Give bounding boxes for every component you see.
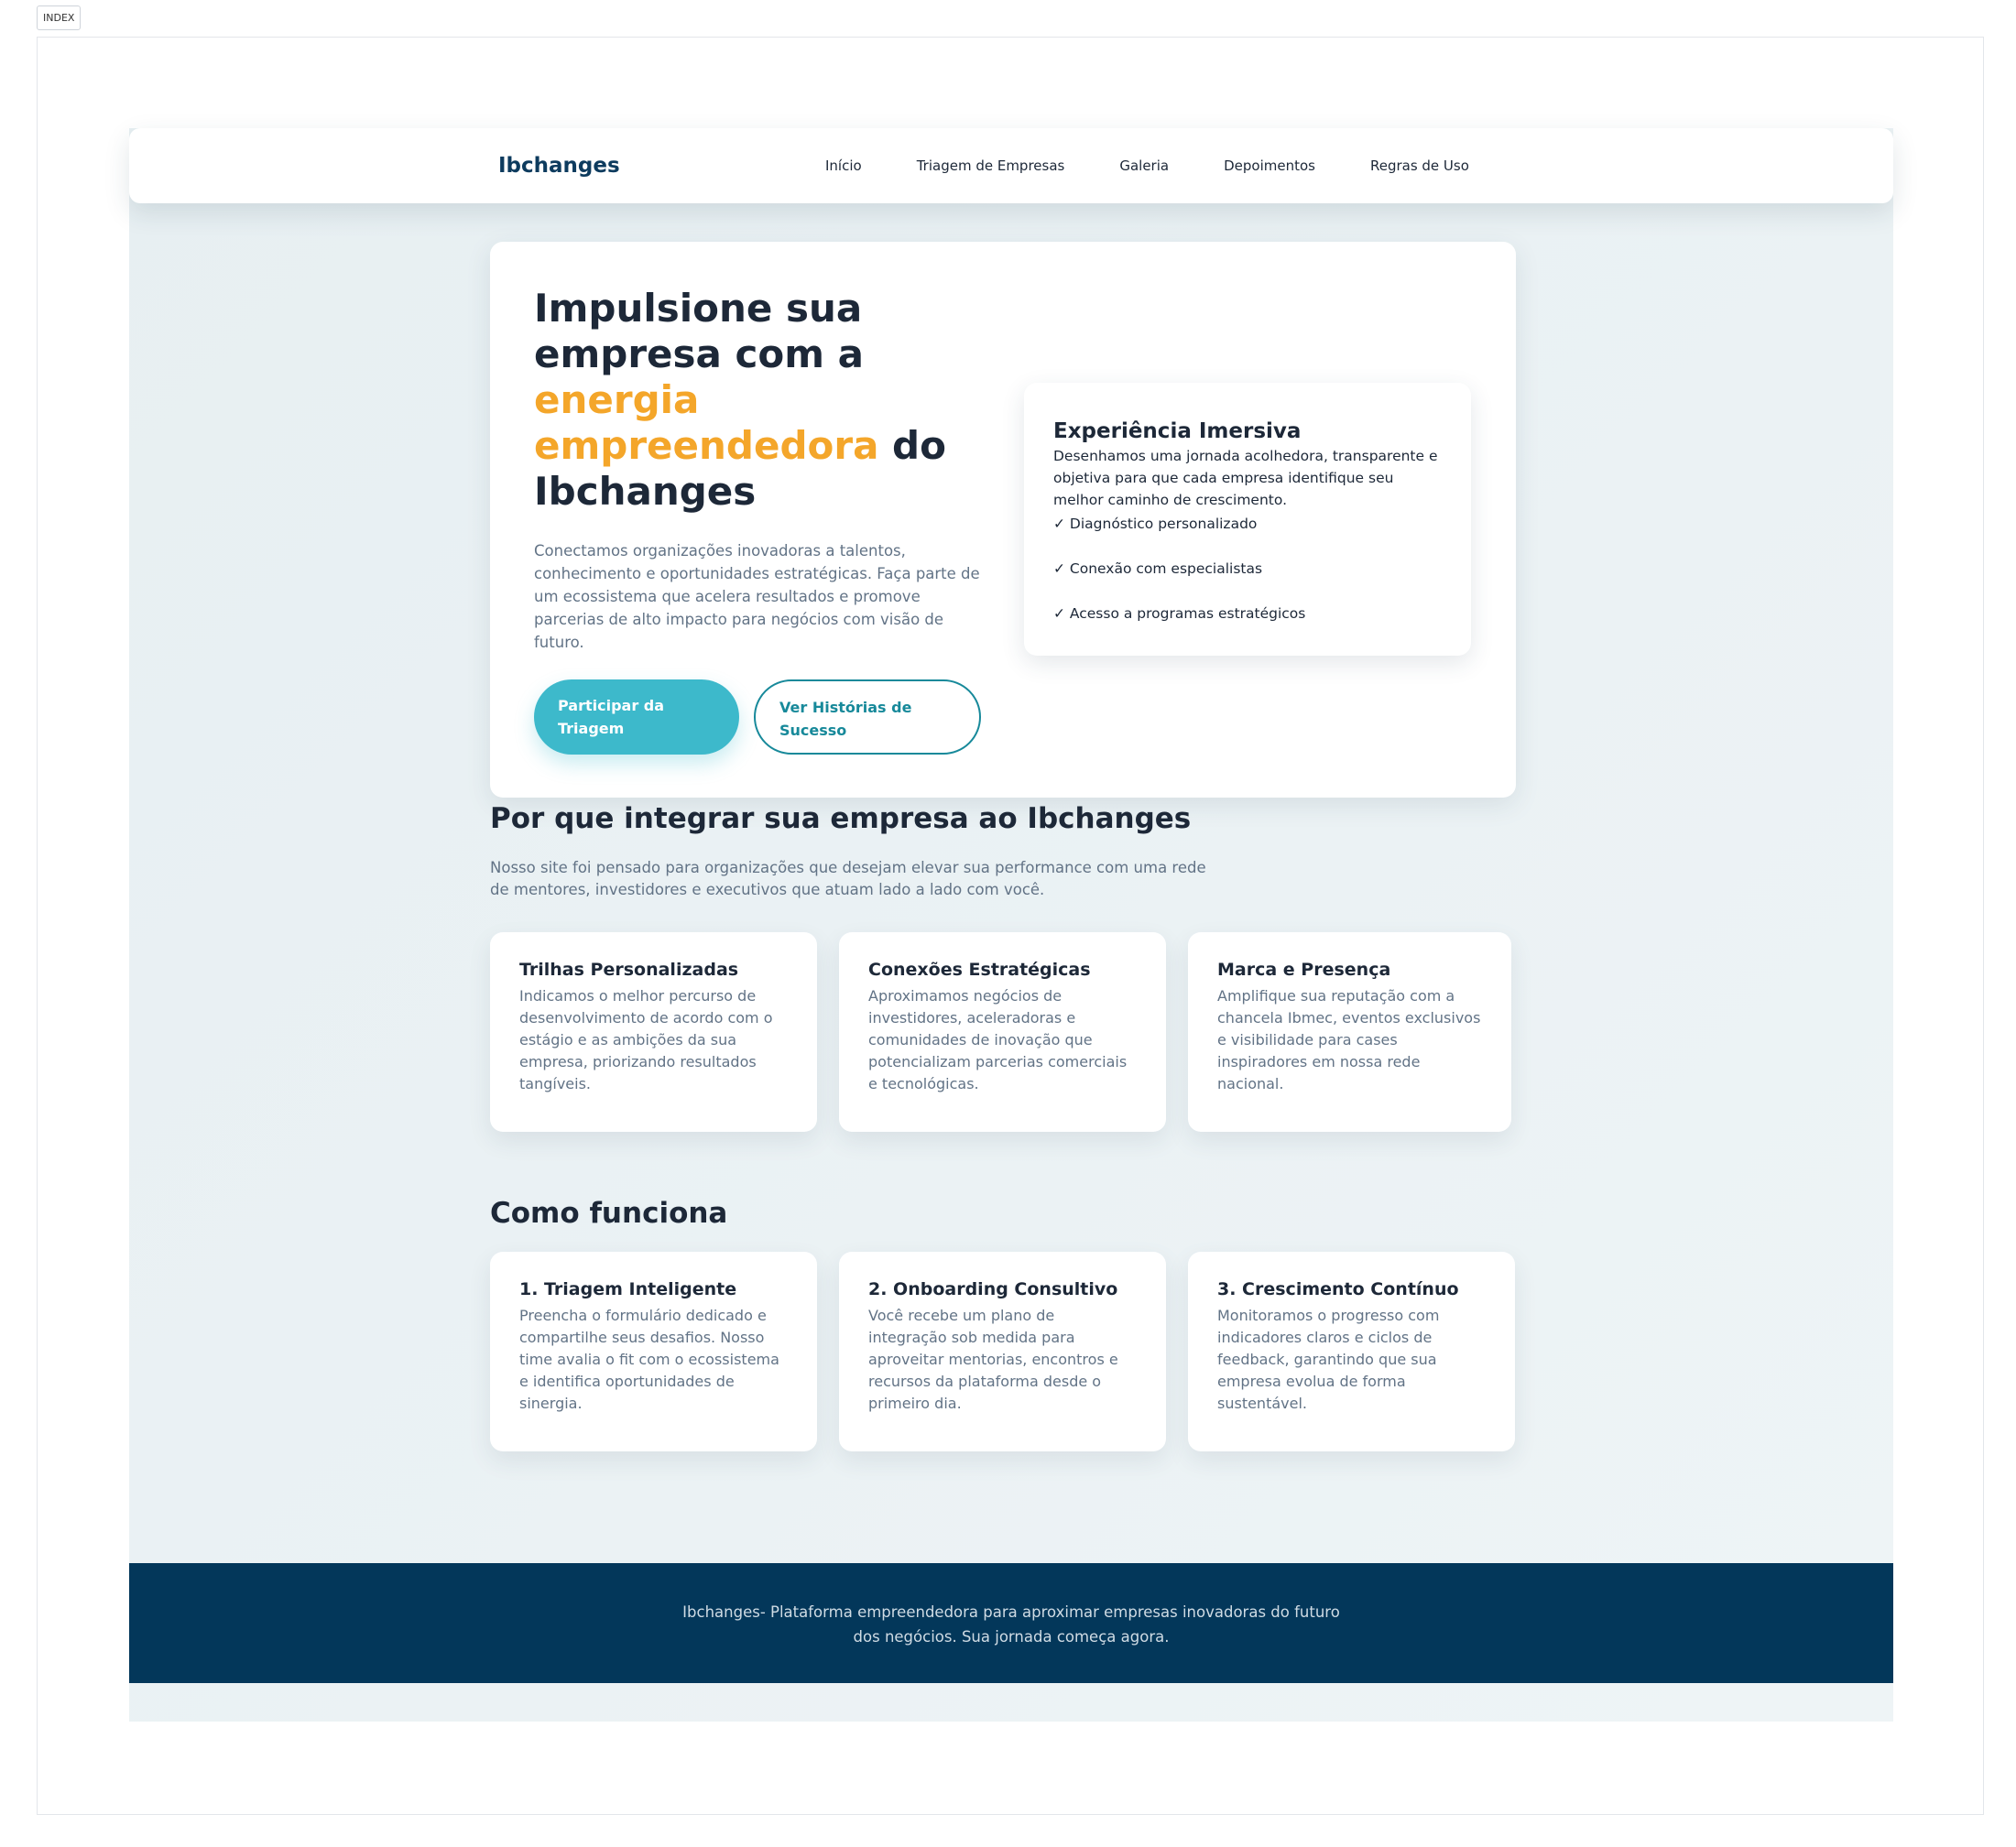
feature-card: Conexões Estratégicas Aproximamos negóci… bbox=[839, 932, 1166, 1132]
hero-title-highlight: energia empreendedora bbox=[534, 377, 879, 468]
feature-card-title: Conexões Estratégicas bbox=[868, 960, 1091, 980]
experience-checklist: ✓ Diagnóstico personalizado ✓ Conexão co… bbox=[1053, 513, 1442, 625]
experience-text: Desenhamos uma jornada acolhedora, trans… bbox=[1053, 448, 1438, 508]
feature-card-text: Aproximamos negócios de investidores, ac… bbox=[868, 987, 1128, 1092]
join-triage-button[interactable]: Participar da Triagem bbox=[534, 679, 739, 755]
site-logo[interactable]: Ibchanges bbox=[498, 154, 620, 178]
nav-link-galeria[interactable]: Galeria bbox=[1119, 158, 1169, 174]
step-card-text: Monitoramos o progresso com indicadores … bbox=[1217, 1307, 1440, 1412]
success-stories-button[interactable]: Ver Histórias de Sucesso bbox=[754, 679, 981, 755]
hero-title-part1: Impulsione sua empresa com a bbox=[534, 286, 864, 376]
feature-card-title: Marca e Presença bbox=[1217, 960, 1391, 980]
step-card-title: 3. Crescimento Contínuo bbox=[1217, 1279, 1459, 1299]
site-footer: Ibchanges- Plataforma empreendedora para… bbox=[129, 1563, 1893, 1683]
step-card-text: Você recebe um plano de integração sob m… bbox=[868, 1307, 1118, 1412]
step-card: 3. Crescimento Contínuo Monitoramos o pr… bbox=[1188, 1252, 1515, 1451]
hero-title: Impulsione sua empresa com a energia emp… bbox=[534, 286, 974, 515]
feature-card-title: Trilhas Personalizadas bbox=[519, 960, 739, 980]
nav-link-triagem[interactable]: Triagem de Empresas bbox=[917, 158, 1065, 174]
step-card-text: Preencha o formulário dedicado e compart… bbox=[519, 1307, 779, 1412]
hero-lead: Conectamos organizações inovadoras a tal… bbox=[534, 542, 980, 651]
why-section-title: Por que integrar sua empresa ao Ibchange… bbox=[490, 802, 1192, 835]
nav-link-depoimentos[interactable]: Depoimentos bbox=[1224, 158, 1315, 174]
checklist-item: ✓ Conexão com especialistas bbox=[1053, 560, 1263, 577]
feature-card: Marca e Presença Amplifique sua reputaçã… bbox=[1188, 932, 1511, 1132]
index-tag: INDEX bbox=[37, 5, 82, 30]
feature-card-text: Indicamos o melhor percurso de desenvolv… bbox=[519, 987, 773, 1092]
feature-card: Trilhas Personalizadas Indicamos o melho… bbox=[490, 932, 817, 1132]
why-section-lead: Nosso site foi pensado para organizações… bbox=[490, 859, 1206, 898]
experience-card: Experiência Imersiva Desenhamos uma jorn… bbox=[1024, 383, 1471, 656]
checklist-item: ✓ Diagnóstico personalizado bbox=[1053, 516, 1258, 532]
top-navbar: Ibchanges Início Triagem de Empresas Gal… bbox=[129, 128, 1893, 203]
how-section-title: Como funciona bbox=[490, 1197, 728, 1230]
footer-text: Ibchanges- Plataforma empreendedora para… bbox=[682, 1603, 1340, 1646]
checklist-item: ✓ Acesso a programas estratégicos bbox=[1053, 605, 1306, 622]
nav-link-regras[interactable]: Regras de Uso bbox=[1370, 158, 1469, 174]
nav-links: Início Triagem de Empresas Galeria Depoi… bbox=[825, 158, 1524, 174]
experience-title: Experiência Imersiva bbox=[1053, 419, 1302, 443]
step-card: 2. Onboarding Consultivo Você recebe um … bbox=[839, 1252, 1166, 1451]
step-card: 1. Triagem Inteligente Preencha o formul… bbox=[490, 1252, 817, 1451]
nav-link-inicio[interactable]: Início bbox=[825, 158, 862, 174]
step-card-title: 1. Triagem Inteligente bbox=[519, 1279, 737, 1299]
step-card-title: 2. Onboarding Consultivo bbox=[868, 1279, 1118, 1299]
feature-card-text: Amplifique sua reputação com a chancela … bbox=[1217, 987, 1481, 1092]
